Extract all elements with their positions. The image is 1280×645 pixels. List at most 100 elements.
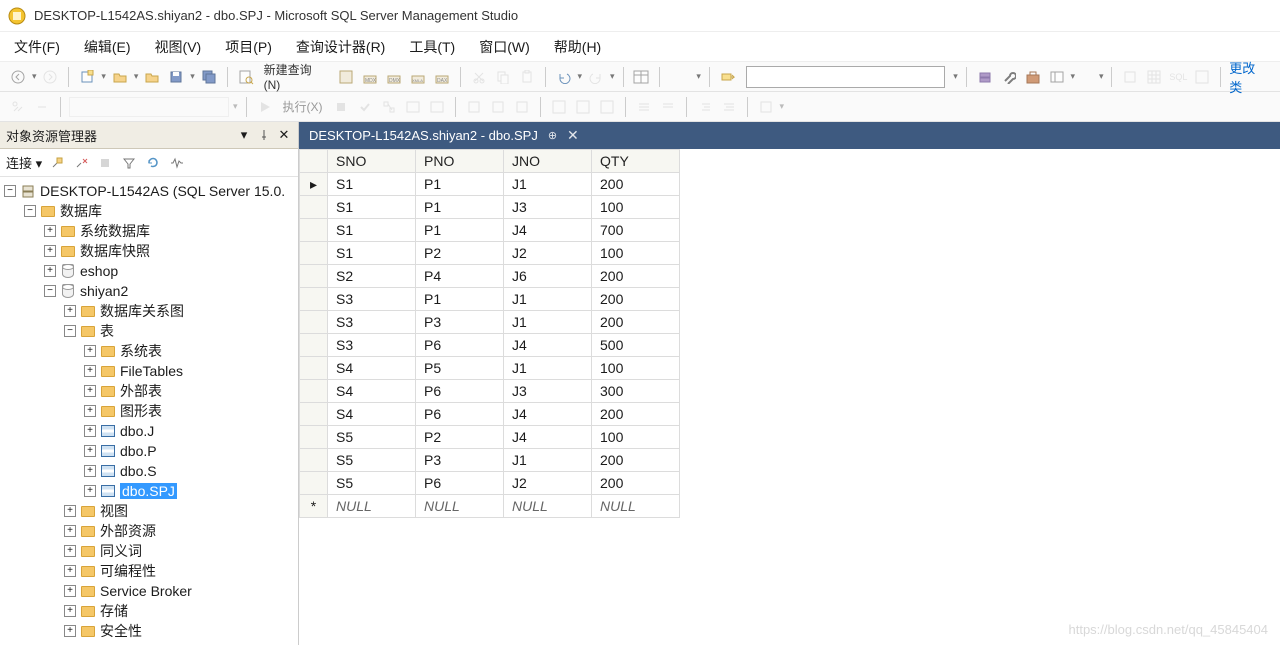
table-cell[interactable]: 100 xyxy=(592,426,680,449)
tree-graph-tables[interactable]: +图形表 xyxy=(0,401,298,421)
table-cell[interactable]: P5 xyxy=(416,357,504,380)
tree-table-dbo-spj[interactable]: +dbo.SPJ xyxy=(0,481,298,501)
panel-close-icon[interactable]: ✕ xyxy=(276,127,292,143)
table-cell[interactable]: S4 xyxy=(328,357,416,380)
table-row[interactable]: S5P6J2200 xyxy=(300,472,680,495)
row-indicator[interactable] xyxy=(300,265,328,288)
table-cell[interactable]: S3 xyxy=(328,334,416,357)
tab-pin-icon[interactable]: ⊕ xyxy=(548,129,557,142)
new-query-button[interactable]: 新建查询(N) xyxy=(260,61,332,92)
table-cell[interactable]: S1 xyxy=(328,242,416,265)
table-cell[interactable]: P3 xyxy=(416,311,504,334)
menu-tools[interactable]: 工具(T) xyxy=(409,37,455,57)
table-cell[interactable]: J4 xyxy=(504,334,592,357)
open-file-button[interactable] xyxy=(142,67,162,87)
tree-databases[interactable]: −数据库 xyxy=(0,201,298,221)
row-indicator[interactable] xyxy=(300,449,328,472)
table-row[interactable]: S4P6J3300 xyxy=(300,380,680,403)
row-indicator[interactable]: ▸ xyxy=(300,173,328,196)
table-cell[interactable]: 700 xyxy=(592,219,680,242)
table-row[interactable]: S4P5J1100 xyxy=(300,357,680,380)
table-cell[interactable]: J3 xyxy=(504,380,592,403)
table-cell[interactable]: S1 xyxy=(328,196,416,219)
row-indicator[interactable] xyxy=(300,242,328,265)
table-cell-null[interactable]: NULL xyxy=(504,495,592,518)
table-cell[interactable]: P1 xyxy=(416,196,504,219)
table-row[interactable]: S1P2J2100 xyxy=(300,242,680,265)
row-indicator-new[interactable]: * xyxy=(300,495,328,518)
row-indicator[interactable] xyxy=(300,426,328,449)
table-cell[interactable]: 100 xyxy=(592,242,680,265)
table-cell[interactable]: P6 xyxy=(416,334,504,357)
table-row-new[interactable]: *NULLNULLNULLNULL xyxy=(300,495,680,518)
col-header-sno[interactable]: SNO xyxy=(328,150,416,173)
table-row[interactable]: S1P1J4700 xyxy=(300,219,680,242)
menu-project[interactable]: 项目(P) xyxy=(225,37,272,57)
table-cell[interactable]: 300 xyxy=(592,380,680,403)
tree-external-tables[interactable]: +外部表 xyxy=(0,381,298,401)
save-button[interactable] xyxy=(166,67,186,87)
toolbar-toolbox-button[interactable] xyxy=(1023,67,1043,87)
table-cell[interactable]: J1 xyxy=(504,311,592,334)
open-folder-button[interactable] xyxy=(110,67,130,87)
table-cell[interactable]: P6 xyxy=(416,472,504,495)
table-cell[interactable]: 200 xyxy=(592,403,680,426)
tree-views[interactable]: +视图 xyxy=(0,501,298,521)
tree-table-dbo-j[interactable]: +dbo.J xyxy=(0,421,298,441)
object-explorer-tree[interactable]: −DESKTOP-L1542AS (SQL Server 15.0. −数据库 … xyxy=(0,177,298,645)
table-cell[interactable]: J2 xyxy=(504,242,592,265)
table-cell[interactable]: J4 xyxy=(504,403,592,426)
table-cell[interactable]: 200 xyxy=(592,311,680,334)
tree-table-dbo-p[interactable]: +dbo.P xyxy=(0,441,298,461)
table-cell[interactable]: P2 xyxy=(416,242,504,265)
table-row[interactable]: S2P4J6200 xyxy=(300,265,680,288)
table-cell[interactable]: J1 xyxy=(504,449,592,472)
new-query-icon[interactable] xyxy=(236,67,256,87)
toolbar-table-button[interactable] xyxy=(632,67,652,87)
row-indicator[interactable] xyxy=(300,334,328,357)
tree-db-shiyan2[interactable]: −shiyan2 xyxy=(0,281,298,301)
table-cell[interactable]: P3 xyxy=(416,449,504,472)
table-row[interactable]: S5P3J1200 xyxy=(300,449,680,472)
table-cell[interactable]: P6 xyxy=(416,403,504,426)
tree-synonyms[interactable]: +同义词 xyxy=(0,541,298,561)
row-indicator[interactable] xyxy=(300,196,328,219)
menu-edit[interactable]: 编辑(E) xyxy=(84,37,131,57)
activity-icon[interactable] xyxy=(168,154,186,172)
table-row[interactable]: S5P2J4100 xyxy=(300,426,680,449)
tree-system-databases[interactable]: +系统数据库 xyxy=(0,221,298,241)
find-button[interactable] xyxy=(718,67,738,87)
table-cell[interactable]: S3 xyxy=(328,288,416,311)
refresh-icon[interactable] xyxy=(144,154,162,172)
table-cell[interactable]: 200 xyxy=(592,472,680,495)
row-indicator[interactable] xyxy=(300,357,328,380)
tree-external-resources[interactable]: +外部资源 xyxy=(0,521,298,541)
table-cell[interactable]: 200 xyxy=(592,288,680,311)
tree-db-diagrams[interactable]: +数据库关系图 xyxy=(0,301,298,321)
tree-server[interactable]: −DESKTOP-L1542AS (SQL Server 15.0. xyxy=(0,181,298,201)
table-row[interactable]: S3P1J1200 xyxy=(300,288,680,311)
connect-icon[interactable] xyxy=(48,154,66,172)
tab-close-icon[interactable]: ✕ xyxy=(567,127,579,144)
table-cell[interactable]: 500 xyxy=(592,334,680,357)
table-cell[interactable]: S2 xyxy=(328,265,416,288)
table-cell-null[interactable]: NULL xyxy=(592,495,680,518)
table-cell[interactable]: P4 xyxy=(416,265,504,288)
toolbar-xmla-button[interactable]: XMLA xyxy=(408,67,428,87)
row-indicator[interactable] xyxy=(300,472,328,495)
table-cell[interactable]: J2 xyxy=(504,472,592,495)
menu-query-designer[interactable]: 查询设计器(R) xyxy=(296,37,385,57)
table-cell[interactable]: J1 xyxy=(504,173,592,196)
row-indicator[interactable] xyxy=(300,219,328,242)
col-header-pno[interactable]: PNO xyxy=(416,150,504,173)
menu-window[interactable]: 窗口(W) xyxy=(479,37,530,57)
panel-dropdown-icon[interactable]: ▾ xyxy=(236,127,252,143)
toolbar-dmx-button[interactable]: DMX xyxy=(384,67,404,87)
find-input[interactable] xyxy=(746,66,945,88)
row-indicator[interactable] xyxy=(300,380,328,403)
save-all-button[interactable] xyxy=(199,67,219,87)
tree-filetables[interactable]: +FileTables xyxy=(0,361,298,381)
table-row[interactable]: S3P3J1200 xyxy=(300,311,680,334)
tree-tables[interactable]: −表 xyxy=(0,321,298,341)
table-cell[interactable]: P1 xyxy=(416,219,504,242)
